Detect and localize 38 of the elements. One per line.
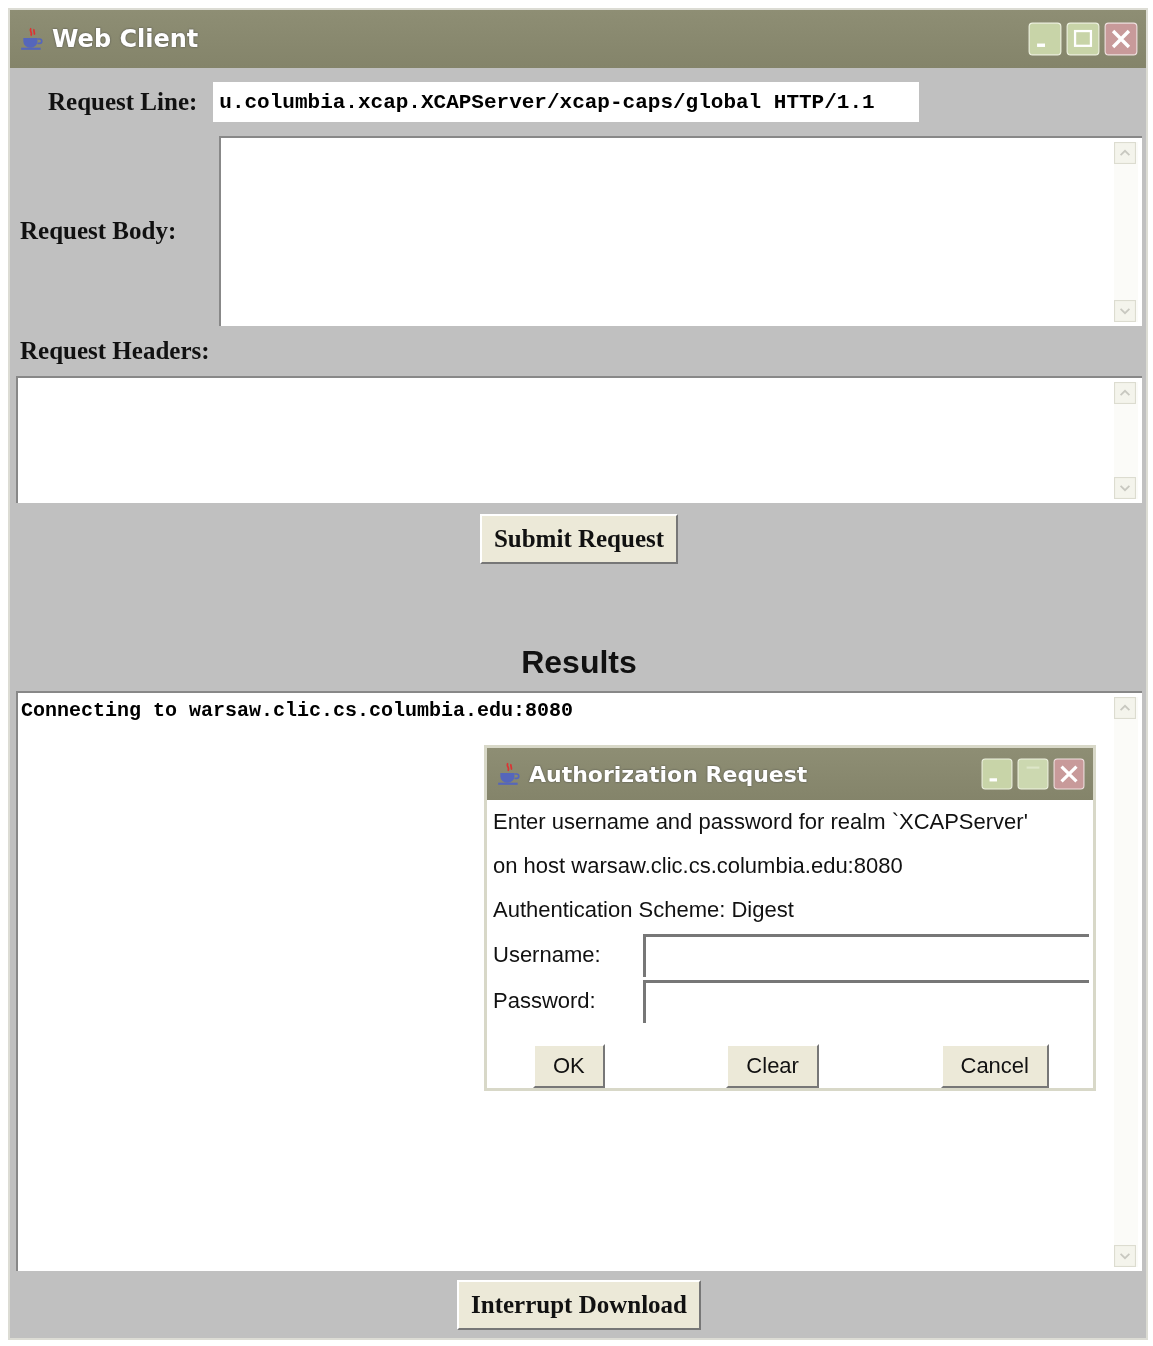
maximize-icon[interactable] [1017,758,1049,790]
results-text: Connecting to warsaw.clic.cs.columbia.edu:8080 [21,699,574,722]
coffee-cup-icon [495,761,523,787]
field-label: Password: [493,988,597,1014]
dialog-message: Enter username and password for realm `XCAPServer' [493,808,1029,836]
request-line-field[interactable]: u.columbia.xcap.XCAPServer/xcap-caps/global HTTP/1.1 [213,82,920,122]
dialog-title: Authorization Request [529,761,808,787]
close-icon[interactable] [1053,758,1085,790]
input-field[interactable] [643,933,1089,977]
scroll-down-icon[interactable] [1114,300,1136,322]
field-label: Request Line: [48,88,198,116]
close-icon[interactable] [1104,22,1138,56]
request-headers-field[interactable] [16,376,1142,503]
field-label: Username: [493,942,602,968]
scroll-up-icon[interactable] [1114,142,1136,164]
dialog-button[interactable]: Cancel [940,1044,1049,1088]
maximize-icon[interactable] [1066,22,1100,56]
dialog-button[interactable]: OK [533,1044,605,1088]
scrollbar[interactable] [1114,382,1138,499]
scrollbar[interactable] [1114,142,1138,322]
dialog-button[interactable]: Clear [726,1044,819,1088]
dialog-message: on host warsaw.clic.cs.columbia.edu:8080 [493,852,904,880]
interrupt-button[interactable]: Interrupt Download [457,1279,701,1330]
scroll-down-icon[interactable] [1114,1245,1136,1267]
scrollbar[interactable] [1114,697,1138,1267]
coffee-cup-icon [18,26,46,52]
scroll-down-icon[interactable] [1114,477,1136,499]
scroll-up-icon[interactable] [1114,697,1136,719]
scroll-up-icon[interactable] [1114,382,1136,404]
field-label: Request Headers: [20,337,210,365]
minimize-icon[interactable] [1028,22,1062,56]
field-label: Request Body: [19,217,178,245]
results-heading: Results [521,644,637,681]
minimize-icon[interactable] [981,758,1013,790]
window-title: Web Client [52,25,199,53]
request-body-field[interactable] [219,136,1142,326]
dialog-message: Authentication Scheme: Digest [493,896,795,924]
submit-button[interactable]: Submit Request [479,514,679,564]
